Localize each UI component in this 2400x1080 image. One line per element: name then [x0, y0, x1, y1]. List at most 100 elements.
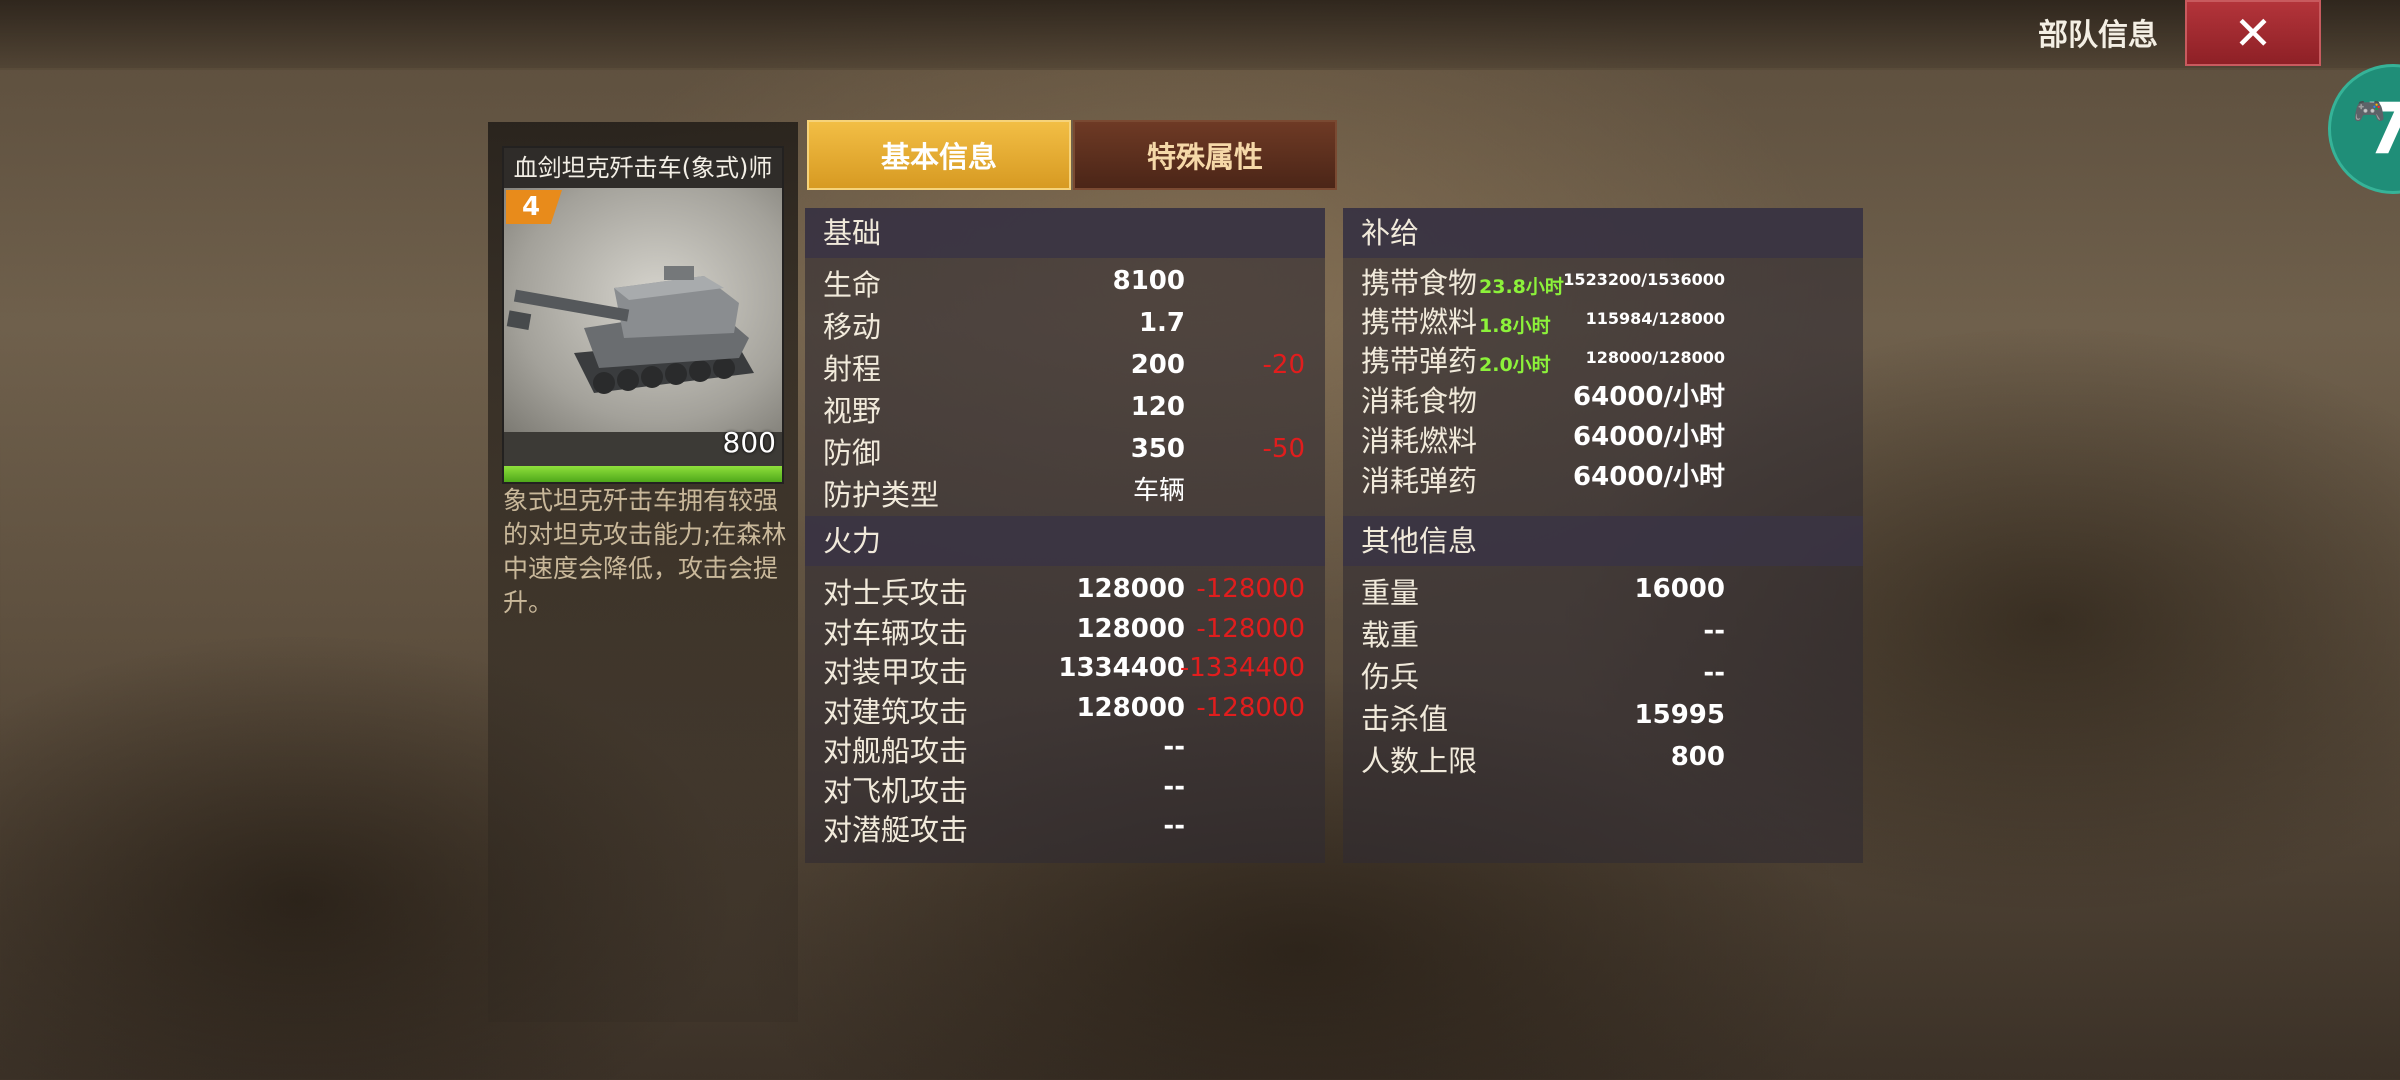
- carry-row: 携带弹药 2.0小时 128000/128000: [1343, 338, 1863, 378]
- stat-value: 8100: [1112, 266, 1185, 296]
- attack-label: 对车辆攻击: [823, 615, 969, 650]
- carry-label-text: 携带食物: [1361, 266, 1478, 300]
- carry-amount: 115984/128000: [1585, 309, 1725, 328]
- firepower-header: 火力: [805, 516, 1325, 566]
- carry-hours: 2.0小时: [1479, 354, 1551, 376]
- attack-label: 对装甲攻击: [823, 655, 969, 689]
- consume-value: 64000/小时: [1573, 382, 1725, 412]
- stat-value: 车辆: [1132, 476, 1185, 506]
- carry-label-text: 携带燃料: [1361, 305, 1478, 339]
- consume-label: 消耗弹药: [1361, 464, 1478, 498]
- stat-label: 生命: [823, 268, 882, 302]
- consume-value: 64000/小时: [1573, 462, 1725, 492]
- attack-value: 1334400: [1058, 653, 1185, 683]
- stat-row: 射程 200 -20: [805, 346, 1325, 386]
- stat-label: 防御: [823, 436, 882, 470]
- attack-label: 对舰船攻击: [823, 734, 969, 768]
- stat-label: 视野: [823, 394, 882, 428]
- other-value: --: [1703, 658, 1725, 688]
- carry-label: 携带燃料 1.8小时: [1361, 299, 1551, 341]
- consume-row: 消耗弹药 64000/小时: [1343, 458, 1863, 498]
- other-label: 伤兵: [1361, 660, 1420, 694]
- unit-count: 800: [722, 426, 776, 459]
- carry-hours: 23.8小时: [1479, 276, 1564, 298]
- carry-amount: 128000/128000: [1585, 348, 1725, 367]
- other-label: 人数上限: [1361, 744, 1478, 778]
- stat-row: 防护类型 车辆: [805, 472, 1325, 512]
- other-row: 伤兵 --: [1343, 654, 1863, 694]
- carry-label: 携带食物 23.8小时: [1361, 260, 1564, 302]
- health-bar-fill: [504, 466, 782, 482]
- close-button[interactable]: ✕: [2185, 0, 2321, 66]
- page-title: 部队信息: [2038, 18, 2158, 53]
- attack-label: 对飞机攻击: [823, 773, 969, 808]
- other-row: 重量 16000: [1343, 570, 1863, 610]
- basic-stats-panel: 基础 生命 8100 移动 1.7 射程 200 -20 视野 120 防御 350 -50 防护类型 车…: [805, 208, 1325, 863]
- attack-label: 对士兵攻击: [823, 576, 969, 610]
- stat-label: 防护类型: [823, 478, 940, 512]
- carry-row: 携带燃料 1.8小时 115984/128000: [1343, 299, 1863, 339]
- consume-label: 消耗食物: [1361, 384, 1478, 418]
- other-value: --: [1703, 616, 1725, 646]
- attack-label: 对潜艇攻击: [823, 813, 969, 847]
- tank-image: [504, 188, 782, 432]
- attack-row: 对车辆攻击 128000 -128000: [805, 610, 1325, 650]
- unit-name: 血剑坦克歼击车(象式)师: [504, 148, 782, 188]
- attack-value: --: [1163, 732, 1185, 762]
- attack-value: --: [1163, 771, 1185, 802]
- tab-special-attributes[interactable]: 特殊属性: [1073, 120, 1337, 190]
- attack-value: 128000: [1076, 574, 1185, 604]
- carry-row: 携带食物 23.8小时 1523200/1536000: [1343, 260, 1863, 300]
- supply-header: 补给: [1343, 208, 1863, 258]
- stat-modifier: -20: [1262, 350, 1305, 380]
- other-row: 载重 --: [1343, 612, 1863, 652]
- attack-modifier: -1334400: [1179, 653, 1305, 683]
- carry-hours: 1.8小时: [1479, 315, 1551, 337]
- attack-value: 128000: [1076, 613, 1185, 644]
- attack-row: 对士兵攻击 128000 -128000: [805, 570, 1325, 610]
- consume-label: 消耗燃料: [1361, 424, 1478, 458]
- tab-basic-info[interactable]: 基本信息: [807, 120, 1071, 190]
- stat-row: 视野 120: [805, 388, 1325, 428]
- other-label: 击杀值: [1361, 702, 1449, 736]
- stat-row: 移动 1.7: [805, 304, 1325, 344]
- carry-label: 携带弹药 2.0小时: [1361, 338, 1551, 380]
- stat-value: 1.7: [1138, 308, 1185, 338]
- other-info-header: 其他信息: [1343, 516, 1863, 566]
- stat-value: 120: [1130, 392, 1185, 422]
- stat-value: 350: [1130, 434, 1185, 464]
- stat-row: 防御 350 -50: [805, 430, 1325, 470]
- attack-row: 对装甲攻击 1334400 -1334400: [805, 649, 1325, 689]
- stat-label: 移动: [823, 310, 882, 344]
- attack-value: --: [1163, 811, 1185, 841]
- tank-icon: [506, 266, 754, 394]
- supply-panel: 补给 携带食物 23.8小时 1523200/1536000 携带燃料 1.8小时 115…: [1343, 208, 1863, 863]
- unit-description: 象式坦克歼击车拥有较强的对坦克攻击能力;在森林中速度会降低，攻击会提升。: [503, 486, 787, 617]
- attack-modifier: -128000: [1196, 613, 1305, 644]
- close-icon: ✕: [2233, 6, 2273, 60]
- consume-value: 64000/小时: [1573, 422, 1725, 452]
- unit-card: 血剑坦克歼击车(象式)师 4 800: [502, 146, 784, 484]
- attack-value: 128000: [1076, 692, 1185, 723]
- attack-row: 对建筑攻击 128000 -128000: [805, 689, 1325, 729]
- stat-value: 200: [1130, 350, 1185, 380]
- other-row: 击杀值 15995: [1343, 696, 1863, 736]
- consume-row: 消耗燃料 64000/小时: [1343, 418, 1863, 458]
- other-label: 重量: [1361, 576, 1420, 610]
- other-value: 16000: [1634, 574, 1725, 604]
- stat-modifier: -50: [1262, 434, 1305, 464]
- floating-assistant-button[interactable]: 🎮 7: [2328, 64, 2400, 194]
- attack-row: 对潜艇攻击 --: [805, 807, 1325, 847]
- other-value: 15995: [1634, 700, 1725, 730]
- health-bar: [504, 466, 782, 482]
- attack-row: 对飞机攻击 --: [805, 768, 1325, 808]
- carry-amount: 1523200/1536000: [1563, 270, 1725, 289]
- attack-modifier: -128000: [1196, 574, 1305, 604]
- basic-header: 基础: [805, 208, 1325, 258]
- gamepad-icon: 🎮: [2353, 97, 2386, 127]
- other-row: 人数上限 800: [1343, 738, 1863, 778]
- attack-label: 对建筑攻击: [823, 694, 969, 729]
- carry-label-text: 携带弹药: [1361, 344, 1478, 378]
- stat-row: 生命 8100: [805, 262, 1325, 302]
- attack-row: 对舰船攻击 --: [805, 728, 1325, 768]
